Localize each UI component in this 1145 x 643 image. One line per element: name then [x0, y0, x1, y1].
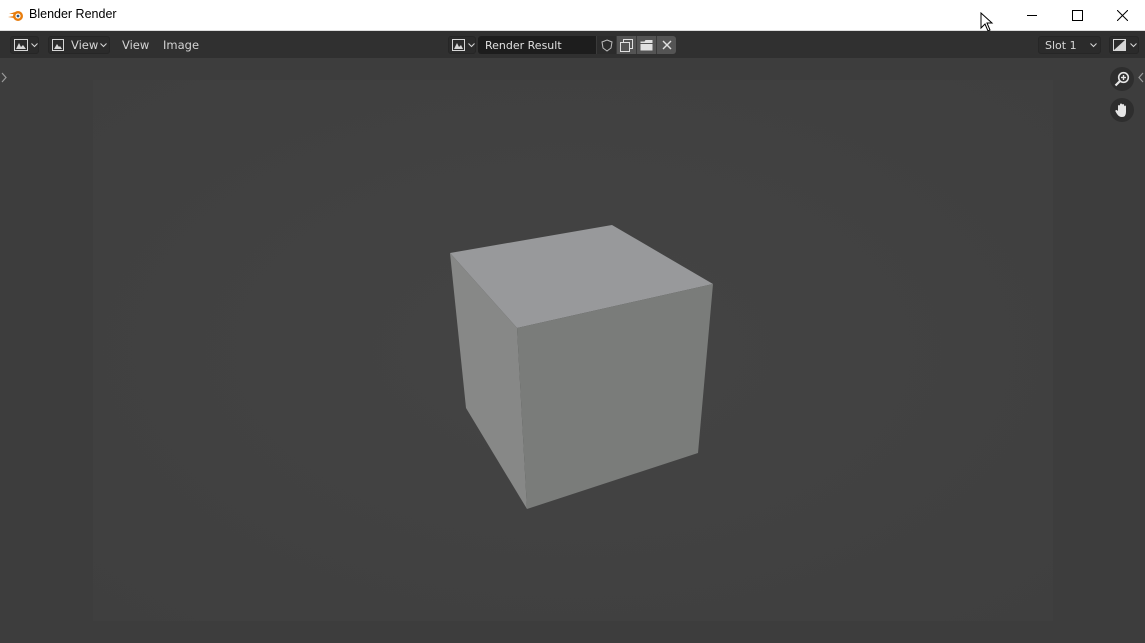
pan-gizmo[interactable] — [1110, 98, 1134, 122]
image-browse-icon — [452, 39, 465, 51]
chevron-down-icon — [1130, 43, 1137, 48]
mouse-cursor-icon — [980, 12, 994, 32]
window-title-bar: Blender Render — [0, 0, 1145, 32]
zoom-icon — [1114, 71, 1130, 87]
render-slot-select[interactable]: Slot 1 — [1038, 36, 1101, 54]
close-button[interactable] — [1099, 0, 1145, 30]
unlink-image-button[interactable] — [656, 36, 676, 54]
render-slot-value: Slot 1 — [1045, 39, 1077, 52]
maximize-button[interactable] — [1054, 0, 1100, 30]
image-editor-icon — [14, 39, 28, 51]
chevron-down-icon — [100, 43, 107, 48]
image-browse-button[interactable] — [448, 36, 476, 54]
chevron-down-icon — [31, 43, 38, 48]
display-channels-selector[interactable] — [1109, 36, 1139, 54]
menu-image[interactable]: Image — [163, 38, 199, 52]
minimize-button[interactable] — [1009, 0, 1055, 30]
unlink-x-icon — [662, 40, 671, 50]
open-image-icon — [640, 40, 653, 51]
new-image-icon — [620, 38, 633, 52]
close-icon — [1116, 9, 1128, 21]
render-result-image — [93, 80, 1053, 621]
view-mode-label: View — [71, 38, 99, 52]
open-image-button[interactable] — [636, 36, 656, 54]
view-mode-image-icon — [52, 39, 64, 51]
new-image-button[interactable] — [616, 36, 636, 54]
maximize-icon — [1071, 9, 1083, 21]
minimize-icon — [1026, 14, 1037, 16]
rendered-cube — [93, 80, 1053, 621]
pan-hand-icon — [1115, 103, 1126, 117]
toolbar-expand-chevron-icon[interactable] — [1, 72, 8, 83]
chevron-down-icon — [468, 43, 475, 48]
view-mode-selector[interactable]: View — [48, 36, 110, 54]
editor-type-selector[interactable] — [10, 36, 39, 54]
zoom-gizmo[interactable] — [1110, 67, 1134, 91]
chevron-down-icon — [1090, 43, 1097, 48]
sidebar-expand-chevron-icon[interactable] — [1137, 72, 1144, 83]
display-channels-icon — [1113, 39, 1126, 51]
fake-user-button[interactable] — [596, 36, 616, 54]
fake-user-shield-icon — [600, 38, 613, 52]
image-name-field[interactable]: Render Result — [478, 36, 596, 54]
window-title: Blender Render — [29, 7, 117, 21]
menu-view[interactable]: View — [122, 38, 149, 52]
blender-logo-icon — [8, 11, 23, 21]
